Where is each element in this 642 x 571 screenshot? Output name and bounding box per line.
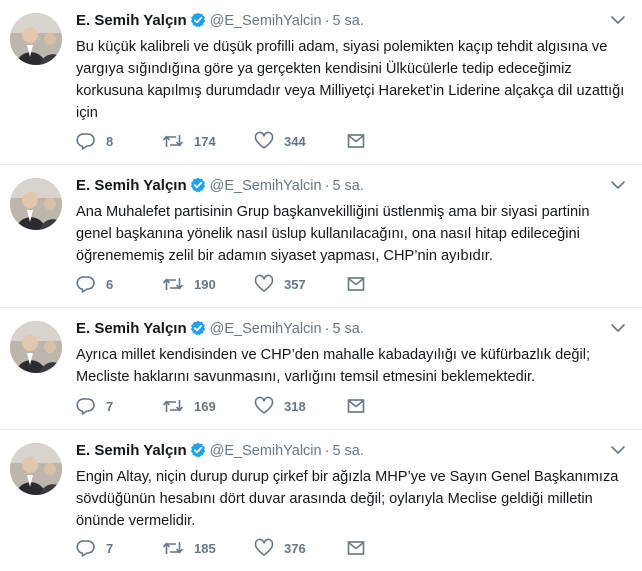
timestamp[interactable]: 5 sa. bbox=[332, 321, 363, 337]
retweet-button[interactable]: 190 bbox=[162, 274, 254, 294]
author-name[interactable]: E. Semih Yalçın bbox=[76, 177, 187, 194]
tweet-text: Bu küçük kalibreli ve düşük profilli ada… bbox=[76, 39, 625, 121]
reply-count: 8 bbox=[106, 133, 114, 149]
author-name[interactable]: E. Semih Yalçın bbox=[76, 442, 187, 459]
retweet-button[interactable]: 169 bbox=[162, 396, 254, 416]
author-name[interactable]: E. Semih Yalçın bbox=[76, 12, 187, 29]
tweet-text: Ana Muhalefet partisinin Grup başkanveki… bbox=[76, 204, 590, 264]
tweet-text: Engin Altay, niçin durup durup çirkef bi… bbox=[76, 469, 619, 529]
direct-message-button[interactable] bbox=[346, 396, 436, 416]
chevron-down-icon[interactable] bbox=[610, 321, 626, 333]
heart-icon bbox=[254, 274, 274, 294]
retweet-icon bbox=[162, 131, 184, 151]
reply-icon bbox=[76, 274, 96, 294]
retweet-icon bbox=[162, 538, 184, 558]
separator: · bbox=[324, 443, 330, 459]
like-button[interactable]: 318 bbox=[254, 396, 346, 416]
avatar[interactable] bbox=[10, 13, 62, 65]
chevron-down-icon[interactable] bbox=[610, 443, 626, 455]
retweet-button[interactable]: 174 bbox=[162, 131, 254, 151]
reply-icon bbox=[76, 396, 96, 416]
retweet-count: 185 bbox=[194, 540, 216, 556]
tweet-header: E. Semih Yalçın @E_SemihYalcin · 5 sa. bbox=[76, 176, 626, 196]
verified-badge-icon bbox=[190, 442, 206, 464]
verified-badge-icon bbox=[190, 177, 206, 199]
reply-button[interactable]: 6 bbox=[76, 274, 162, 294]
retweet-icon bbox=[162, 396, 184, 416]
reply-count: 6 bbox=[106, 276, 114, 292]
avatar[interactable] bbox=[10, 321, 62, 373]
author-handle[interactable]: @E_SemihYalcin bbox=[210, 443, 322, 459]
timestamp[interactable]: 5 sa. bbox=[332, 178, 363, 194]
reply-button[interactable]: 7 bbox=[76, 396, 162, 416]
tweet-actions: 6 190 357 bbox=[76, 274, 436, 294]
retweet-icon bbox=[162, 274, 184, 294]
separator: · bbox=[324, 13, 330, 29]
like-button[interactable]: 376 bbox=[254, 538, 346, 558]
author-handle[interactable]: @E_SemihYalcin bbox=[210, 321, 322, 337]
reply-icon bbox=[76, 538, 96, 558]
tweet[interactable]: E. Semih Yalçın @E_SemihYalcin · 5 sa. Ana … bbox=[0, 165, 642, 308]
heart-icon bbox=[254, 538, 274, 558]
like-count: 344 bbox=[284, 133, 306, 149]
reply-count: 7 bbox=[106, 398, 114, 414]
tweet-body: E. Semih Yalçın @E_SemihYalcin · 5 sa. Ana … bbox=[76, 176, 626, 267]
tweet-body: E. Semih Yalçın @E_SemihYalcin · 5 sa. Ayrı… bbox=[76, 319, 626, 388]
verified-badge-icon bbox=[190, 12, 206, 34]
tweet-text: Ayrıca millet kendisinden ve CHP’den mah… bbox=[76, 347, 591, 385]
tweet-header: E. Semih Yalçın @E_SemihYalcin · 5 sa. bbox=[76, 11, 626, 31]
like-count: 376 bbox=[284, 540, 306, 556]
author-handle[interactable]: @E_SemihYalcin bbox=[210, 13, 322, 29]
tweet-actions: 7 185 376 bbox=[76, 538, 436, 558]
timestamp[interactable]: 5 sa. bbox=[332, 443, 363, 459]
like-count: 357 bbox=[284, 276, 306, 292]
retweet-button[interactable]: 185 bbox=[162, 538, 254, 558]
tweet-actions: 8 174 344 bbox=[76, 131, 436, 151]
tweet[interactable]: E. Semih Yalçın @E_SemihYalcin · 5 sa. Ayrı… bbox=[0, 308, 642, 430]
separator: · bbox=[324, 178, 330, 194]
reply-icon bbox=[76, 131, 96, 151]
envelope-icon bbox=[346, 131, 366, 151]
chevron-down-icon[interactable] bbox=[610, 178, 626, 190]
timestamp[interactable]: 5 sa. bbox=[332, 13, 363, 29]
tweet[interactable]: E. Semih Yalçın @E_SemihYalcin · 5 sa. Bu k… bbox=[0, 0, 642, 165]
tweet-feed: E. Semih Yalçın @E_SemihYalcin · 5 sa. Bu k… bbox=[0, 0, 642, 571]
envelope-icon bbox=[346, 396, 366, 416]
retweet-count: 190 bbox=[194, 276, 216, 292]
direct-message-button[interactable] bbox=[346, 538, 436, 558]
direct-message-button[interactable] bbox=[346, 131, 436, 151]
like-count: 318 bbox=[284, 398, 306, 414]
heart-icon bbox=[254, 131, 274, 151]
tweet-body: E. Semih Yalçın @E_SemihYalcin · 5 sa. Engi… bbox=[76, 441, 626, 532]
avatar[interactable] bbox=[10, 443, 62, 495]
tweet-actions: 7 169 318 bbox=[76, 396, 436, 416]
tweet-body: E. Semih Yalçın @E_SemihYalcin · 5 sa. Bu k… bbox=[76, 11, 626, 124]
like-button[interactable]: 357 bbox=[254, 274, 346, 294]
envelope-icon bbox=[346, 538, 366, 558]
heart-icon bbox=[254, 396, 274, 416]
verified-badge-icon bbox=[190, 320, 206, 342]
retweet-count: 169 bbox=[194, 398, 216, 414]
tweet-header: E. Semih Yalçın @E_SemihYalcin · 5 sa. bbox=[76, 441, 626, 461]
envelope-icon bbox=[346, 274, 366, 294]
direct-message-button[interactable] bbox=[346, 274, 436, 294]
reply-button[interactable]: 7 bbox=[76, 538, 162, 558]
like-button[interactable]: 344 bbox=[254, 131, 346, 151]
reply-count: 7 bbox=[106, 540, 114, 556]
author-name[interactable]: E. Semih Yalçın bbox=[76, 320, 187, 337]
retweet-count: 174 bbox=[194, 133, 216, 149]
author-handle[interactable]: @E_SemihYalcin bbox=[210, 178, 322, 194]
tweet-header: E. Semih Yalçın @E_SemihYalcin · 5 sa. bbox=[76, 319, 626, 339]
tweet[interactable]: E. Semih Yalçın @E_SemihYalcin · 5 sa. Engi… bbox=[0, 430, 642, 571]
reply-button[interactable]: 8 bbox=[76, 131, 162, 151]
chevron-down-icon[interactable] bbox=[610, 13, 626, 25]
separator: · bbox=[324, 321, 330, 337]
avatar[interactable] bbox=[10, 178, 62, 230]
